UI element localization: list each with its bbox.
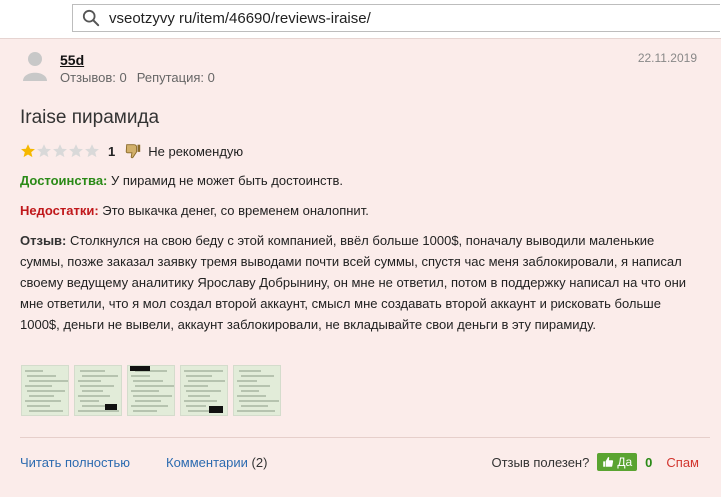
pros-text: У пирамид не может быть достоинств. — [107, 173, 344, 188]
review-body: Отзыв: Столкнулся на свою беду с этой ко… — [20, 230, 700, 335]
pros-section: Достоинства: У пирамид не может быть дос… — [20, 170, 343, 191]
comments-count: (2) — [251, 455, 268, 470]
star-empty-icon — [37, 144, 51, 158]
star-empty-icon — [85, 144, 99, 158]
search-icon — [82, 9, 100, 27]
cons-label: Недостатки: — [20, 203, 99, 218]
comments-label: Комментарии — [166, 455, 248, 470]
review-date: 22.11.2019 — [637, 51, 697, 65]
vote-yes-count: 0 — [645, 454, 653, 470]
review-body-text: Столкнулся на свою беду с этой компанией… — [20, 233, 687, 332]
comments-link[interactable]: Комментарии (2) — [166, 455, 267, 470]
author-reviews-count: Отзывов: 0 — [60, 70, 127, 85]
useful-question: Отзыв полезен? — [491, 454, 590, 470]
read-more-link[interactable]: Читать полностью — [20, 455, 130, 470]
spam-link[interactable]: Спам — [666, 455, 699, 470]
thumbs-up-icon — [603, 457, 614, 467]
star-filled-icon — [21, 144, 35, 158]
cons-text: Это выкачка денег, со временем оналопнит… — [98, 203, 369, 218]
screenshot-gallery — [21, 365, 286, 416]
screenshot-thumbnail[interactable] — [127, 365, 175, 416]
address-bar-url[interactable]: vseotzyvy ru/item/46690/reviews-iraise/ — [109, 10, 371, 27]
rating-verdict: Не рекомендую — [148, 143, 244, 159]
rating-row: 1 Не рекомендую — [20, 142, 243, 160]
screenshot-thumbnail[interactable] — [233, 365, 281, 416]
author-link[interactable]: 55d — [60, 52, 84, 68]
usefulness-vote: Отзыв полезен? Да 0 Спам — [491, 453, 699, 471]
cons-section: Недостатки: Это выкачка денег, со времен… — [20, 200, 369, 221]
screenshot-thumbnail[interactable] — [21, 365, 69, 416]
divider — [20, 437, 710, 438]
thumbs-down-icon — [126, 144, 141, 159]
avatar — [23, 52, 47, 81]
star-empty-icon — [69, 144, 83, 158]
browser-toolbar: vseotzyvy ru/item/46690/reviews-iraise/ — [0, 0, 721, 38]
screenshot-thumbnail[interactable] — [74, 365, 122, 416]
address-bar[interactable]: vseotzyvy ru/item/46690/reviews-iraise/ — [72, 4, 720, 32]
screenshot-thumbnail[interactable] — [180, 365, 228, 416]
review-title: Iraise пирамида — [20, 107, 160, 128]
vote-yes-label: Да — [617, 455, 633, 469]
rating-value: 1 — [108, 143, 116, 159]
author-reputation: Репутация: 0 — [136, 70, 215, 85]
author-stats: Отзывов: 0 Репутация: 0 — [60, 70, 215, 85]
review-card: 55d Отзывов: 0 Репутация: 0 22.11.2019 Ir… — [0, 38, 721, 497]
pros-label: Достоинства: — [20, 173, 108, 188]
star-rating — [20, 143, 100, 159]
review-body-label: Отзыв: — [20, 233, 67, 248]
star-empty-icon — [53, 144, 67, 158]
vote-yes-button[interactable]: Да — [597, 453, 638, 471]
